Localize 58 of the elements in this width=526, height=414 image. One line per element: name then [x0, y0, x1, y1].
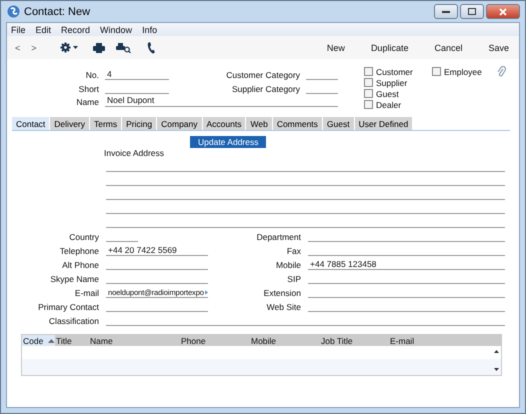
tab[interactable]: Accounts [202, 117, 246, 130]
menu-item[interactable]: Edit [36, 24, 52, 34]
column-header[interactable]: Mobile [250, 335, 320, 346]
forward-button[interactable]: > [31, 42, 37, 52]
text-field[interactable]: +44 7885 123458 [308, 259, 505, 270]
update-address-button[interactable]: Update Address [190, 136, 266, 148]
checkbox-label: Dealer [364, 99, 426, 110]
toolbar-button[interactable]: Duplicate [370, 42, 408, 52]
menu-item[interactable]: Window [100, 24, 132, 34]
checkbox-label: Guest [364, 88, 426, 99]
menu-item[interactable]: Record [61, 24, 90, 34]
menu-item[interactable]: Info [142, 24, 158, 34]
field-label: E-mail [74, 288, 99, 298]
column-header[interactable]: Name [89, 335, 180, 346]
field-label: Customer Category [225, 70, 300, 80]
field-label: Classification [48, 316, 99, 326]
tab[interactable]: Company [157, 117, 202, 130]
tab[interactable]: Delivery [50, 117, 89, 130]
field-label: Primary Contact [37, 302, 99, 312]
column-header[interactable]: Title [55, 335, 89, 346]
field-label: Department [256, 232, 301, 242]
text-field[interactable]: Noel Dupont [105, 96, 338, 107]
tab[interactable]: Terms [90, 117, 122, 130]
toolbar-button[interactable]: Cancel [434, 42, 462, 52]
section-label: Invoice Address [104, 148, 164, 158]
tab[interactable]: Guest [322, 117, 354, 130]
checkbox-label: Customer [364, 66, 426, 77]
toolbar-button[interactable]: New [326, 42, 345, 52]
field-label: No. [84, 70, 99, 80]
field-label: Country [68, 232, 99, 242]
tab[interactable]: User Defined [354, 117, 412, 130]
column-header[interactable]: Phone [180, 335, 250, 346]
column-header[interactable]: Job Title [320, 335, 389, 346]
field-label: Supplier Category [230, 84, 300, 94]
column-header[interactable]: Code [22, 335, 55, 346]
field-label: Name [75, 96, 99, 107]
field-label: Alt Phone [61, 260, 99, 270]
tab[interactable]: Contact [12, 117, 50, 130]
checkbox-label: Supplier [364, 77, 426, 88]
checkbox-label: Employee [432, 66, 491, 77]
text-field[interactable]: +44 20 7422 5569 [106, 245, 208, 256]
column-header[interactable]: E-mail [389, 335, 501, 346]
tab[interactable]: Web [246, 117, 272, 130]
field-label: Skype Name [49, 274, 99, 284]
field-label: Extension [262, 288, 301, 298]
tab[interactable]: Comments [272, 117, 322, 130]
tab[interactable]: Pricing [122, 117, 156, 130]
field-label: Web Site [266, 302, 301, 312]
window-title: Contact: New [24, 6, 92, 18]
toolbar-button[interactable]: Save [488, 42, 509, 52]
text-field[interactable]: 4 [105, 69, 169, 80]
field-label: Telephone [58, 246, 99, 256]
field-label: Mobile [274, 260, 301, 270]
back-button[interactable]: < [15, 42, 20, 52]
field-label: Short [78, 84, 99, 94]
menu-item[interactable]: File [11, 24, 26, 34]
field-label: Fax [286, 246, 301, 256]
field-label: SIP [286, 274, 301, 284]
